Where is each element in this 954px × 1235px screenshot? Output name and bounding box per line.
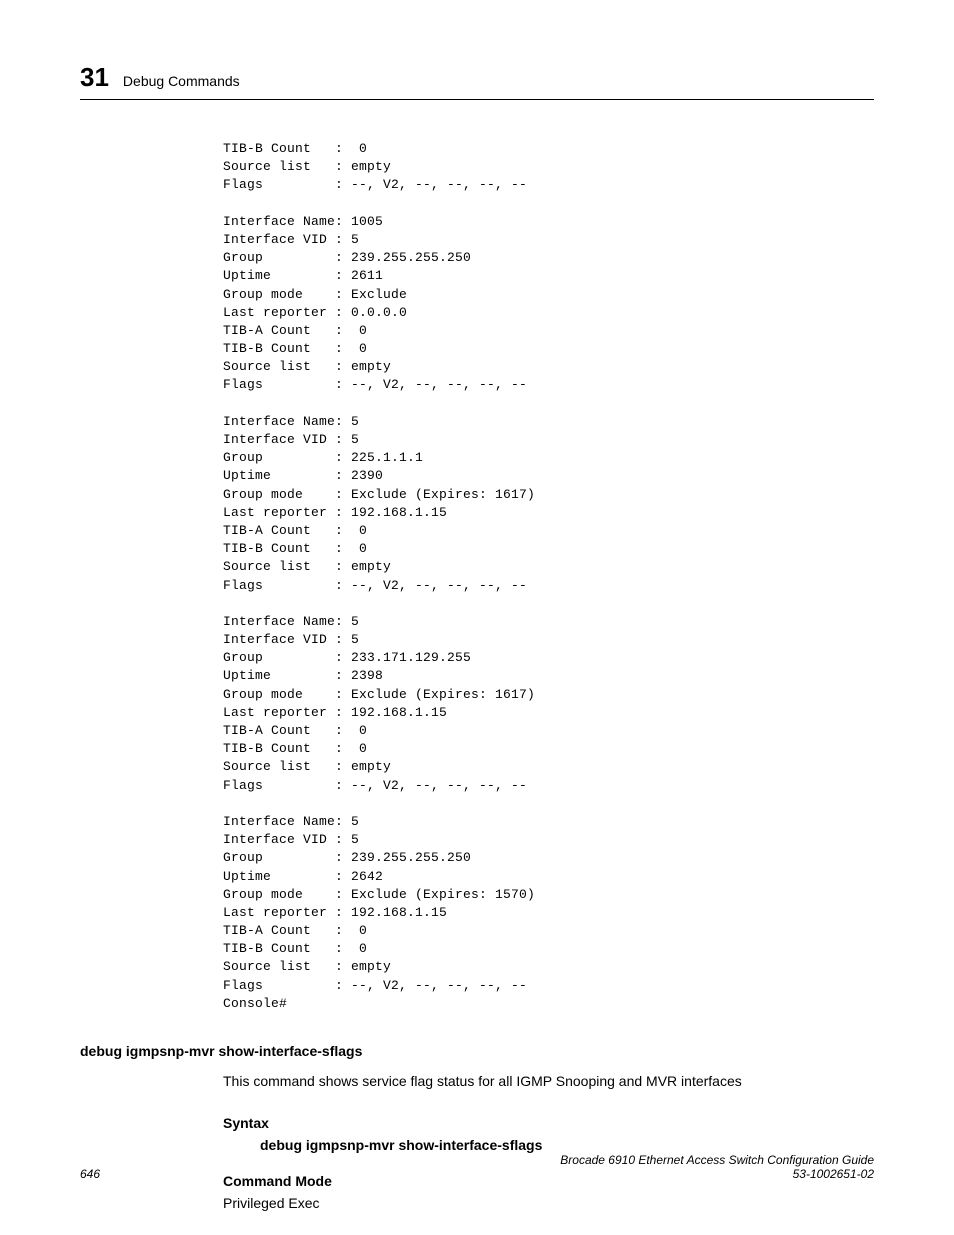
- page-number: 646: [80, 1167, 100, 1181]
- footer-doc-info: Brocade 6910 Ethernet Access Switch Conf…: [560, 1153, 874, 1181]
- command-heading: debug igmpsnp-mvr show-interface-sflags: [80, 1043, 874, 1059]
- doc-number: 53-1002651-02: [560, 1167, 874, 1181]
- terminal-output: TIB-B Count : 0 Source list : empty Flag…: [223, 140, 874, 1013]
- chapter-number: 31: [80, 62, 109, 93]
- page-header: 31 Debug Commands: [80, 62, 874, 100]
- page-footer: 646 Brocade 6910 Ethernet Access Switch …: [80, 1153, 874, 1181]
- syntax-label: Syntax: [223, 1115, 874, 1131]
- command-mode-value: Privileged Exec: [223, 1195, 874, 1211]
- syntax-value: debug igmpsnp-mvr show-interface-sflags: [260, 1137, 874, 1153]
- document-page: 31 Debug Commands TIB-B Count : 0 Source…: [0, 0, 954, 1211]
- command-description: This command shows service flag status f…: [223, 1073, 874, 1089]
- chapter-title: Debug Commands: [123, 73, 240, 89]
- guide-title: Brocade 6910 Ethernet Access Switch Conf…: [560, 1153, 874, 1167]
